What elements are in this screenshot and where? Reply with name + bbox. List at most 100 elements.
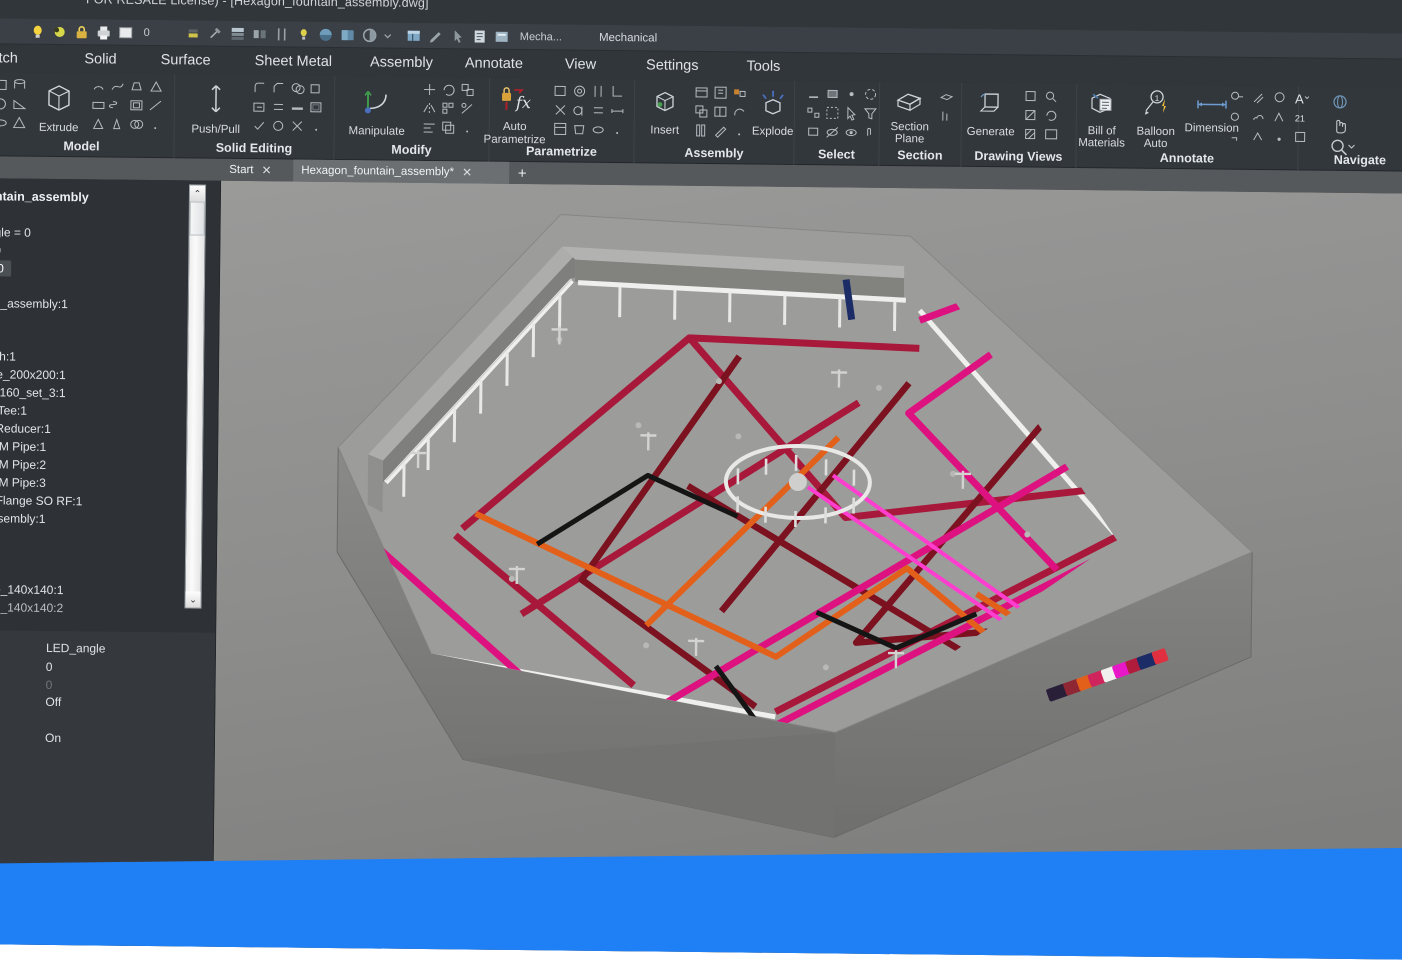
bill-of-materials-button[interactable]: Bill of Materials	[1073, 88, 1132, 150]
freeze-sun-icon[interactable]	[51, 23, 69, 41]
param-manager-icon[interactable]	[552, 120, 569, 137]
more-param-icon[interactable]	[609, 121, 626, 138]
modify-tools[interactable]	[421, 81, 477, 137]
layer-states-icon[interactable]	[273, 25, 291, 43]
fillet-solid-icon[interactable]	[251, 79, 268, 96]
separate-icon[interactable]	[270, 98, 287, 115]
balloon-auto-button[interactable]: 1 Balloon Auto	[1129, 89, 1184, 151]
move-icon[interactable]	[421, 81, 438, 98]
align-icon[interactable]	[421, 119, 438, 136]
select-vertex-icon[interactable]	[843, 86, 860, 103]
loft-icon[interactable]	[128, 78, 145, 95]
more-modify-icon[interactable]	[459, 119, 476, 136]
bom-small-icon[interactable]	[693, 84, 710, 101]
coincident-icon[interactable]	[552, 82, 569, 99]
torus-tool-icon[interactable]	[0, 114, 9, 131]
more-model-icon[interactable]	[147, 116, 164, 133]
concentric-icon[interactable]	[571, 83, 588, 100]
trim-icon[interactable]	[459, 100, 476, 117]
copy-icon[interactable]	[440, 119, 457, 136]
tab-assembly[interactable]: Assembly	[354, 48, 449, 77]
property-value-0[interactable]: 0	[46, 660, 53, 674]
property-value-1[interactable]: 0	[46, 678, 53, 692]
select-similar-icon[interactable]	[805, 104, 822, 121]
generate-button[interactable]: Generate	[962, 89, 1021, 139]
section-view-icon[interactable]	[938, 89, 955, 106]
select-all-icon[interactable]	[824, 104, 841, 121]
sheet-icon[interactable]	[493, 28, 511, 46]
structure-item-11[interactable]: ssembly:1	[0, 511, 46, 526]
base-view-icon[interactable]	[1022, 87, 1039, 104]
scroll-down-icon[interactable]: ⌄	[185, 591, 200, 607]
structure-item-7[interactable]: 9M Pipe:1	[0, 439, 46, 454]
layer-tools-icon[interactable]	[251, 25, 269, 43]
table-icon[interactable]	[1229, 109, 1246, 126]
array-icon[interactable]	[440, 100, 457, 117]
view-icon[interactable]	[339, 26, 357, 44]
doc-tab-start[interactable]: Start ✕	[221, 159, 293, 182]
chevron-down-icon[interactable]	[383, 27, 401, 45]
explode-button[interactable]: Explode	[747, 86, 800, 138]
structure-item-2[interactable]: ch:1	[0, 349, 16, 363]
imprint-icon[interactable]	[251, 98, 268, 115]
doc-tab-hexagon-fountain-assembly[interactable]: Hexagon_fountain_assembly* ✕	[293, 160, 509, 184]
taper-icon[interactable]	[109, 116, 126, 133]
update-view-icon[interactable]	[1043, 107, 1060, 124]
lock-icon[interactable]	[73, 23, 91, 41]
select-edge-icon[interactable]	[805, 85, 822, 102]
cylinder-tool-icon[interactable]	[11, 77, 28, 94]
close-icon[interactable]: ✕	[462, 165, 472, 179]
live-section-icon[interactable]	[938, 108, 955, 125]
tab-solid[interactable]: Solid	[62, 45, 139, 74]
filter-select-icon[interactable]	[862, 105, 879, 122]
structure-scrollbar[interactable]: ⌃ ⌄	[184, 184, 206, 608]
new-document-tab-button[interactable]: +	[511, 162, 533, 184]
chamfer-solid-icon[interactable]	[270, 79, 287, 96]
rigid-set-icon[interactable]	[731, 84, 748, 101]
parallel-constraint-icon[interactable]	[590, 83, 607, 100]
library-icon[interactable]	[693, 122, 710, 139]
layout-icon[interactable]	[1043, 126, 1060, 143]
navigate-tools[interactable]	[1328, 93, 1353, 157]
structure-item-9[interactable]: 9M Pipe:3	[0, 475, 46, 490]
section-plane-button[interactable]: Section Plane	[881, 86, 940, 146]
select-loop-icon[interactable]	[862, 86, 879, 103]
tab-tools[interactable]: Tools	[722, 52, 804, 81]
structure-item-5[interactable]: Tee:1	[0, 403, 27, 417]
color-swatch-icon[interactable]	[117, 24, 135, 42]
tab-view[interactable]: View	[539, 50, 622, 79]
hide-icon[interactable]	[824, 123, 841, 140]
select-icon[interactable]	[449, 27, 467, 45]
select-tools[interactable]	[805, 85, 880, 141]
interfere-icon[interactable]	[128, 116, 145, 133]
hatch-view-icon[interactable]	[1022, 125, 1039, 142]
quick-select-icon[interactable]	[843, 105, 860, 122]
tab-sheet-metal[interactable]: Sheet Metal	[232, 47, 354, 76]
rotate-icon[interactable]	[440, 81, 457, 98]
shell-icon[interactable]	[128, 97, 145, 114]
structure-item-6[interactable]: Reducer:1	[0, 421, 51, 436]
thicken-icon[interactable]	[289, 99, 306, 116]
delete-constraint-icon[interactable]	[571, 121, 588, 138]
equal-icon[interactable]	[590, 102, 607, 119]
edit-component-icon[interactable]	[712, 122, 729, 139]
edit-pencil-icon[interactable]	[427, 27, 445, 45]
match-properties-icon[interactable]	[207, 25, 225, 43]
box-tool-icon[interactable]	[0, 76, 9, 93]
structure-item-12[interactable]: te_140x140:1	[0, 582, 63, 597]
layer-value[interactable]: 0	[144, 27, 150, 39]
property-value-off[interactable]: Off	[45, 695, 61, 709]
pyramid-tool-icon[interactable]	[11, 114, 28, 131]
datum-icon[interactable]	[1271, 128, 1288, 145]
layer-manager-icon[interactable]	[229, 25, 247, 43]
leader-icon[interactable]	[1229, 90, 1246, 107]
structure-item-4[interactable]: d160_set_3:1	[0, 385, 66, 400]
pan-icon[interactable]	[1329, 115, 1346, 132]
status-bar[interactable]	[0, 847, 1402, 959]
zoom-icon[interactable]	[1328, 137, 1345, 154]
drawing-view-tools[interactable]	[1022, 87, 1063, 142]
structure-highlighted-value[interactable]: 0	[0, 260, 11, 276]
surface-finish-icon[interactable]	[1250, 128, 1267, 145]
tab-settings[interactable]: Settings	[622, 51, 723, 80]
visual-style-icon[interactable]	[361, 26, 379, 44]
